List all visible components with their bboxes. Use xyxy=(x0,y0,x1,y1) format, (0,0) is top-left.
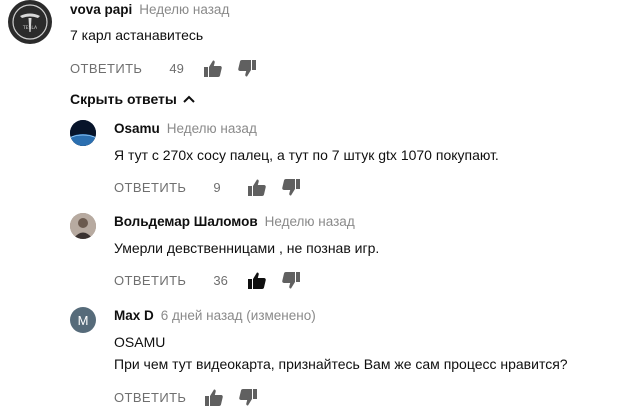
person-photo-icon xyxy=(70,213,96,239)
reply-text-line: OSAMU xyxy=(114,334,166,350)
reply-author[interactable]: Max D 6 дней назад (изменено) xyxy=(114,308,316,323)
like-button[interactable] xyxy=(247,177,267,197)
thumb-up-icon xyxy=(248,272,267,289)
chevron-up-icon xyxy=(183,95,195,103)
dislike-button[interactable] xyxy=(237,58,257,78)
reply-button[interactable]: ОТВЕТИТЬ xyxy=(114,180,186,195)
reply-actions: ОТВЕТИТЬ xyxy=(114,387,258,407)
reply-author[interactable]: Вольдемар Шаломов Неделю назад xyxy=(114,214,355,229)
dislike-button[interactable] xyxy=(238,387,258,407)
comment-author[interactable]: vova papi Неделю назад xyxy=(70,2,229,17)
reply-text-line: При чем тут видеокарта, признайтесь Вам … xyxy=(114,356,568,372)
reply-button[interactable]: ОТВЕТИТЬ xyxy=(114,273,186,288)
like-count: 49 xyxy=(169,60,184,76)
reply-text: Я тут с 270х сосу палец, а тут по 7 штук… xyxy=(114,147,499,163)
author-name[interactable]: Вольдемар Шаломов xyxy=(114,214,258,229)
reply-text: Умерли девственницами , не познав игр. xyxy=(114,240,380,256)
like-count: 36 xyxy=(213,272,228,288)
avatar-logo-text: TESLA xyxy=(22,25,38,31)
avatar[interactable] xyxy=(70,120,96,146)
reply-time[interactable]: 6 дней назад (изменено) xyxy=(161,308,316,323)
comment-text: 7 карл астанавитесь xyxy=(70,27,204,43)
thumb-down-icon xyxy=(238,59,257,76)
avatar[interactable] xyxy=(70,213,96,239)
author-name[interactable]: Max D xyxy=(114,308,154,323)
comment-actions: ОТВЕТИТЬ 49 xyxy=(70,58,257,78)
dislike-button[interactable] xyxy=(281,177,301,197)
thumb-down-icon xyxy=(282,178,301,195)
like-button-active[interactable] xyxy=(247,270,267,290)
reply-time[interactable]: Неделю назад xyxy=(265,214,355,229)
comment-time[interactable]: Неделю назад xyxy=(139,2,229,17)
earth-horizon-icon xyxy=(70,120,96,146)
thumb-up-icon xyxy=(205,389,224,406)
avatar-letter: M xyxy=(77,312,89,328)
author-name[interactable]: Osamu xyxy=(114,121,160,136)
reply-button[interactable]: ОТВЕТИТЬ xyxy=(114,390,186,405)
thumb-down-icon xyxy=(282,271,301,288)
reply-author[interactable]: Osamu Неделю назад xyxy=(114,121,257,136)
reply-time[interactable]: Неделю назад xyxy=(167,121,257,136)
like-count: 9 xyxy=(213,179,221,195)
dislike-button[interactable] xyxy=(281,270,301,290)
author-name[interactable]: vova papi xyxy=(70,2,132,17)
reply-button[interactable]: ОТВЕТИТЬ xyxy=(70,61,142,76)
avatar[interactable]: M xyxy=(70,307,96,333)
reply-actions: ОТВЕТИТЬ 36 xyxy=(114,270,301,290)
tesla-logo-icon: TESLA xyxy=(12,4,48,40)
thumb-up-icon xyxy=(248,179,267,196)
hide-replies-toggle[interactable]: Скрыть ответы xyxy=(70,91,195,107)
like-button[interactable] xyxy=(204,387,224,407)
thumb-down-icon xyxy=(239,388,258,405)
avatar[interactable]: TESLA xyxy=(8,0,52,44)
thumb-up-icon xyxy=(204,60,223,77)
hide-replies-label: Скрыть ответы xyxy=(70,91,177,107)
reply-actions: ОТВЕТИТЬ 9 xyxy=(114,177,301,197)
like-button[interactable] xyxy=(203,58,223,78)
